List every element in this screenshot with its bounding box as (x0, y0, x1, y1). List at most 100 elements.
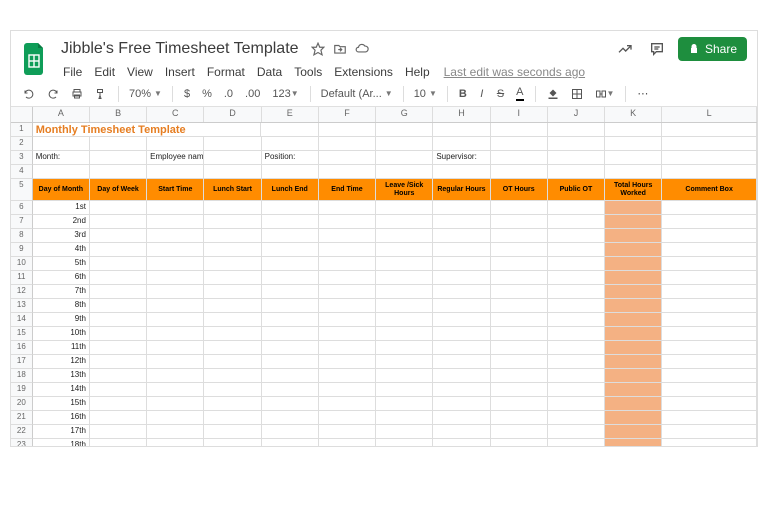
row-header[interactable]: 2 (11, 137, 33, 151)
cell[interactable] (548, 425, 605, 439)
column-header-cell[interactable]: Total Hours Worked (605, 179, 662, 201)
cell[interactable] (548, 243, 605, 257)
col-header[interactable]: A (33, 107, 90, 122)
cell[interactable]: 15th (33, 397, 90, 411)
cell[interactable] (319, 137, 376, 151)
cell[interactable] (548, 151, 605, 165)
menu-edit[interactable]: Edit (88, 63, 121, 81)
row-header[interactable]: 12 (11, 285, 33, 299)
cell[interactable] (90, 341, 147, 355)
strike-button[interactable]: S (493, 86, 508, 102)
cell[interactable] (319, 425, 376, 439)
cell[interactable]: 9th (33, 313, 90, 327)
font-size-select[interactable]: 10▼ (411, 87, 440, 101)
cell[interactable] (433, 285, 490, 299)
cell[interactable] (491, 397, 548, 411)
cell[interactable] (548, 271, 605, 285)
row-header[interactable]: 6 (11, 201, 33, 215)
cell[interactable] (662, 201, 757, 215)
cell[interactable] (262, 355, 319, 369)
cell[interactable] (90, 397, 147, 411)
row-header[interactable]: 15 (11, 327, 33, 341)
row-header[interactable]: 23 (11, 439, 33, 446)
cell[interactable] (376, 165, 433, 179)
cell[interactable] (262, 299, 319, 313)
cell[interactable] (147, 201, 204, 215)
column-header-cell[interactable]: Regular Hours (433, 179, 490, 201)
cell[interactable] (548, 215, 605, 229)
row-header[interactable]: 7 (11, 215, 33, 229)
text-color-button[interactable]: A (512, 84, 527, 103)
cell[interactable] (662, 355, 757, 369)
number-format-button[interactable]: 123▼ (268, 86, 302, 102)
cell[interactable]: Position: (262, 151, 319, 165)
cell[interactable] (147, 165, 204, 179)
menu-view[interactable]: View (121, 63, 159, 81)
column-header-cell[interactable]: Day of Week (90, 179, 147, 201)
row-header[interactable]: 11 (11, 271, 33, 285)
cell[interactable] (204, 165, 261, 179)
cell[interactable] (491, 123, 548, 137)
cell[interactable] (376, 299, 433, 313)
column-header-cell[interactable]: Day of Month (33, 179, 90, 201)
cell[interactable] (662, 257, 757, 271)
cell[interactable] (433, 411, 490, 425)
cell[interactable] (433, 257, 490, 271)
increase-decimal-button[interactable]: .00 (241, 86, 264, 102)
row-header[interactable]: 20 (11, 397, 33, 411)
cell[interactable] (662, 137, 757, 151)
currency-button[interactable]: $ (180, 86, 194, 102)
cell[interactable] (548, 123, 605, 137)
cell[interactable] (376, 369, 433, 383)
cell[interactable] (376, 341, 433, 355)
cell[interactable] (204, 285, 261, 299)
cell[interactable]: 2nd (33, 215, 90, 229)
cell[interactable] (204, 355, 261, 369)
cell[interactable] (548, 313, 605, 327)
cell[interactable] (491, 271, 548, 285)
cell[interactable] (204, 313, 261, 327)
cell[interactable] (376, 383, 433, 397)
cell[interactable] (262, 229, 319, 243)
row-header[interactable]: 18 (11, 369, 33, 383)
percent-button[interactable]: % (198, 86, 216, 102)
cell[interactable] (491, 215, 548, 229)
cell[interactable] (376, 151, 433, 165)
cell[interactable] (662, 383, 757, 397)
menu-data[interactable]: Data (251, 63, 288, 81)
cell[interactable] (433, 243, 490, 257)
cell[interactable] (319, 327, 376, 341)
cell[interactable] (605, 299, 662, 313)
cell[interactable] (147, 397, 204, 411)
cell[interactable] (262, 137, 319, 151)
cell[interactable]: Employee name: (147, 151, 204, 165)
cell[interactable] (262, 271, 319, 285)
borders-button[interactable] (567, 86, 587, 102)
cell[interactable] (204, 271, 261, 285)
decrease-decimal-button[interactable]: .0 (220, 86, 237, 102)
cell[interactable] (605, 271, 662, 285)
column-header-cell[interactable]: End Time (319, 179, 376, 201)
font-select[interactable]: Default (Ar...▼ (318, 87, 396, 101)
cell[interactable] (262, 383, 319, 397)
cell[interactable] (90, 151, 147, 165)
cell[interactable] (376, 397, 433, 411)
cell[interactable] (662, 165, 757, 179)
cell[interactable] (204, 411, 261, 425)
cell[interactable] (662, 123, 757, 137)
cell[interactable] (90, 439, 147, 446)
cell[interactable] (662, 215, 757, 229)
cell[interactable] (204, 151, 261, 165)
cell[interactable] (491, 355, 548, 369)
row-header[interactable]: 19 (11, 383, 33, 397)
col-header[interactable]: J (548, 107, 605, 122)
cell[interactable] (433, 341, 490, 355)
cell[interactable] (491, 285, 548, 299)
menu-insert[interactable]: Insert (159, 63, 201, 81)
cell[interactable] (491, 411, 548, 425)
cell[interactable] (147, 355, 204, 369)
cell[interactable] (319, 439, 376, 446)
cell[interactable] (548, 201, 605, 215)
cell[interactable] (662, 411, 757, 425)
menu-file[interactable]: File (57, 63, 88, 81)
